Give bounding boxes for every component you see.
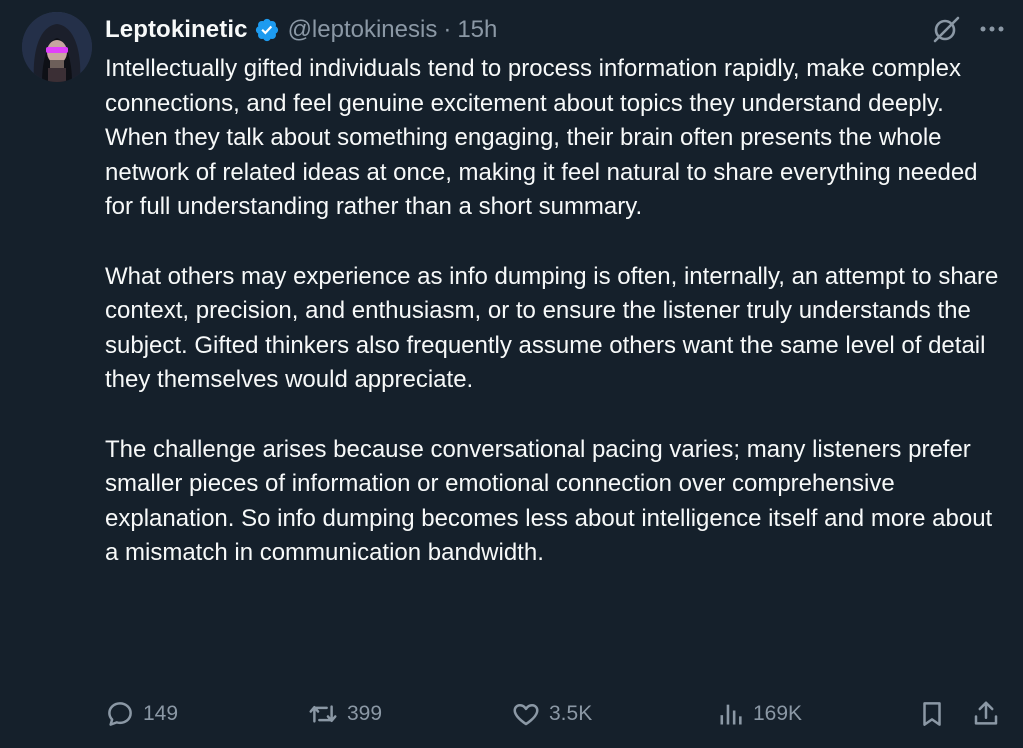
author-name[interactable]: Leptokinetic	[105, 16, 248, 44]
tweet-paragraph: The challenge arises because conversatio…	[105, 435, 993, 567]
views-icon	[720, 704, 742, 725]
repost-button[interactable]: 399	[307, 696, 382, 732]
views-button[interactable]: 169K	[717, 696, 802, 732]
share-icon	[974, 701, 998, 725]
tweet-paragraph: What others may experience as info dumpi…	[105, 262, 999, 394]
more-icon[interactable]	[979, 25, 1005, 33]
author-handle[interactable]: @leptokinesis	[288, 16, 438, 44]
share-button[interactable]	[971, 696, 1001, 732]
separator-dot: ·	[443, 16, 452, 43]
verified-badge-icon[interactable]	[254, 17, 280, 43]
post-time[interactable]: 15h	[457, 16, 497, 44]
view-count: 169K	[753, 702, 803, 725]
reply-icon	[108, 702, 132, 726]
avatar-image	[22, 12, 92, 82]
repost-count: 399	[347, 702, 383, 725]
like-button[interactable]: 3.5K	[511, 696, 592, 732]
grok-icon[interactable]	[931, 14, 961, 44]
like-count: 3.5K	[549, 702, 593, 725]
bookmark-icon	[923, 702, 941, 726]
avatar[interactable]	[22, 12, 92, 82]
bookmark-button[interactable]	[917, 696, 947, 732]
tweet-paragraph: Intellectually gifted individuals tend t…	[105, 55, 978, 221]
action-bar: 149 399 3.5K 169K	[105, 696, 1003, 732]
tweet-header: Leptokinetic @leptokinesis · 15h	[105, 13, 497, 47]
repost-icon	[309, 705, 337, 723]
header-actions	[931, 14, 1005, 44]
tweet: Leptokinetic @leptokinesis · 15h Intelle…	[0, 0, 1023, 748]
tweet-text: Intellectually gifted individuals tend t…	[105, 52, 1005, 571]
reply-count: 149	[143, 702, 179, 725]
reply-button[interactable]: 149	[105, 696, 178, 732]
heart-icon	[513, 704, 539, 726]
